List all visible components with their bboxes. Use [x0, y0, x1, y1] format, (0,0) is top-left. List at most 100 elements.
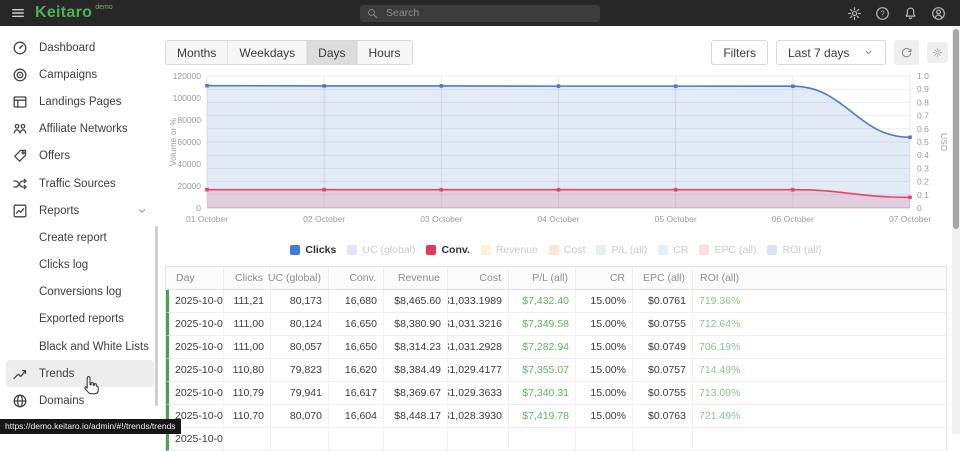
- filters-button[interactable]: Filters: [711, 40, 768, 65]
- cell-uc-global-: 80,173: [271, 290, 329, 312]
- cell-uc-global-: [271, 428, 329, 450]
- sidebar-item-reports[interactable]: Reports: [6, 197, 154, 224]
- column-header-clicks[interactable]: Clicks: [224, 267, 271, 289]
- legend-item-epc-all-[interactable]: EPC (all): [699, 244, 756, 256]
- chart-canvas: 00.10.20.30.40.50.60.70.80.91.0020000400…: [165, 70, 950, 236]
- column-header-cost[interactable]: Cost: [448, 267, 509, 289]
- sidebar-item-landings-pages[interactable]: Landings Pages: [6, 88, 154, 115]
- column-header-revenue[interactable]: Revenue: [384, 267, 448, 289]
- cell-epc-all-: $0.0761: [633, 290, 693, 312]
- legend-item-roi-all-[interactable]: ROI (all): [767, 244, 821, 256]
- bell-icon[interactable]: [903, 6, 918, 21]
- app-logo[interactable]: Keitaro: [35, 4, 92, 22]
- legend-item-revenue[interactable]: Revenue: [481, 244, 538, 256]
- cell-conv-: 16,604: [329, 405, 384, 427]
- trends-chart: 00.10.20.30.40.50.60.70.80.91.0020000400…: [165, 70, 952, 236]
- svg-text:05 October: 05 October: [655, 214, 697, 224]
- cell-revenue: $8,465.60: [384, 290, 448, 312]
- sidebar-item-dashboard[interactable]: Dashboard: [6, 34, 154, 61]
- sidebar-item-exported-reports[interactable]: Exported reports: [6, 306, 154, 333]
- sidebar-item-create-report[interactable]: Create report: [6, 224, 154, 251]
- cell-p-l-all-: $7,349.58: [509, 313, 576, 335]
- table-row: 2025-10-03111,0080,05716,650$8,314.23$1,…: [166, 336, 946, 359]
- page-scrollbar: [952, 26, 960, 434]
- search-input[interactable]: [384, 6, 593, 20]
- svg-text:01 October: 01 October: [186, 214, 228, 224]
- legend-item-cr[interactable]: CR: [658, 244, 688, 256]
- sidebar-item-label: Dashboard: [39, 42, 95, 54]
- account-icon[interactable]: [931, 6, 946, 21]
- search-box[interactable]: [360, 5, 600, 22]
- sidebar-item-domains[interactable]: Domains: [6, 387, 154, 414]
- gear-small-icon: [932, 47, 943, 58]
- sidebar-item-conversions-log[interactable]: Conversions log: [6, 279, 154, 306]
- cell-day: 2025-10-04: [169, 359, 224, 381]
- column-header-cr[interactable]: CR: [576, 267, 633, 289]
- cell-revenue: $8,380.90: [384, 313, 448, 335]
- legend-item-cost[interactable]: Cost: [549, 244, 586, 256]
- svg-text:0.5: 0.5: [917, 137, 929, 147]
- cell-cost: [448, 428, 509, 450]
- cell-roi-all-: 719.36%: [693, 290, 946, 312]
- cell-epc-all-: [633, 428, 693, 450]
- hamburger-icon[interactable]: [10, 6, 26, 20]
- cell-roi-all-: 721.49%: [693, 405, 946, 427]
- sidebar-item-label: Exported reports: [39, 313, 124, 325]
- sidebar-item-label: Domains: [39, 395, 84, 407]
- affiliate-icon: [12, 121, 30, 137]
- column-header-roi-all-[interactable]: ROI (all): [693, 267, 946, 289]
- help-icon[interactable]: ?: [875, 6, 890, 21]
- sidebar-item-offers[interactable]: Offers: [6, 143, 154, 170]
- chevron-down-icon: [136, 205, 148, 217]
- date-range-select[interactable]: Last 7 days: [776, 40, 886, 65]
- cell-roi-all-: 714.49%: [693, 359, 946, 381]
- cell-uc-global-: 79,823: [271, 359, 329, 381]
- cell-cost: $1,028.3930: [448, 405, 509, 427]
- cell-cr: 15.00%: [576, 359, 633, 381]
- column-header-p-l-all-[interactable]: P/L (all): [509, 267, 576, 289]
- sidebar-item-label: Create report: [39, 232, 107, 244]
- cell-cost: $1,031.3216: [448, 313, 509, 335]
- cell-clicks: [224, 428, 271, 450]
- tab-months[interactable]: Months: [166, 41, 227, 64]
- cell-clicks: 110,79: [224, 382, 271, 404]
- svg-text:03 October: 03 October: [420, 214, 462, 224]
- sidebar-item-clicks-log[interactable]: Clicks log: [6, 252, 154, 279]
- svg-text:04 October: 04 October: [537, 214, 579, 224]
- sidebar-item-black-and-white-lists[interactable]: Black and White Lists: [6, 333, 154, 360]
- sidebar-item-label: Offers: [39, 150, 70, 162]
- topbar-actions: ?: [847, 6, 960, 21]
- table-row: 2025-10-07: [166, 428, 946, 451]
- cell-cr: [576, 428, 633, 450]
- tab-weekdays[interactable]: Weekdays: [227, 41, 306, 64]
- gear-icon[interactable]: [847, 6, 862, 21]
- column-header-day[interactable]: Day: [169, 267, 224, 289]
- tab-days[interactable]: Days: [306, 41, 356, 64]
- refresh-button[interactable]: [894, 40, 919, 65]
- svg-text:0.3: 0.3: [917, 163, 929, 173]
- cell-uc-global-: 80,057: [271, 336, 329, 358]
- chart-settings-button[interactable]: [927, 42, 948, 63]
- page-scrollbar-thumb[interactable]: [953, 29, 959, 229]
- tab-hours[interactable]: Hours: [357, 41, 412, 64]
- sidebar-item-trends[interactable]: Trends: [6, 360, 154, 387]
- svg-text:07 October: 07 October: [889, 214, 931, 224]
- legend-item-clicks[interactable]: Clicks: [290, 244, 336, 256]
- cell-conv-: [329, 428, 384, 450]
- cell-conv-: 16,650: [329, 313, 384, 335]
- legend-label: Conv.: [441, 244, 469, 256]
- legend-item-conv-[interactable]: Conv.: [426, 244, 469, 256]
- sidebar-item-campaigns[interactable]: Campaigns: [6, 61, 154, 88]
- legend-item-p-l-all-[interactable]: P/L (all): [596, 244, 647, 256]
- sidebar-scrollbar[interactable]: [155, 226, 158, 406]
- sidebar-item-affiliate-networks[interactable]: Affiliate Networks: [6, 116, 154, 143]
- sidebar-item-label: Traffic Sources: [39, 178, 116, 190]
- main-content: MonthsWeekdaysDaysHours Filters Last 7 d…: [160, 26, 952, 434]
- sidebar-item-traffic-sources[interactable]: Traffic Sources: [6, 170, 154, 197]
- column-header-uc-global-[interactable]: UC (global): [271, 267, 329, 289]
- legend-item-uc-global-[interactable]: UC (global): [347, 244, 415, 256]
- svg-text:06 October: 06 October: [772, 214, 814, 224]
- column-header-epc-all-[interactable]: EPC (all): [633, 267, 693, 289]
- column-header-conv-[interactable]: Conv.: [329, 267, 384, 289]
- cell-cost: $1,033.1989: [448, 290, 509, 312]
